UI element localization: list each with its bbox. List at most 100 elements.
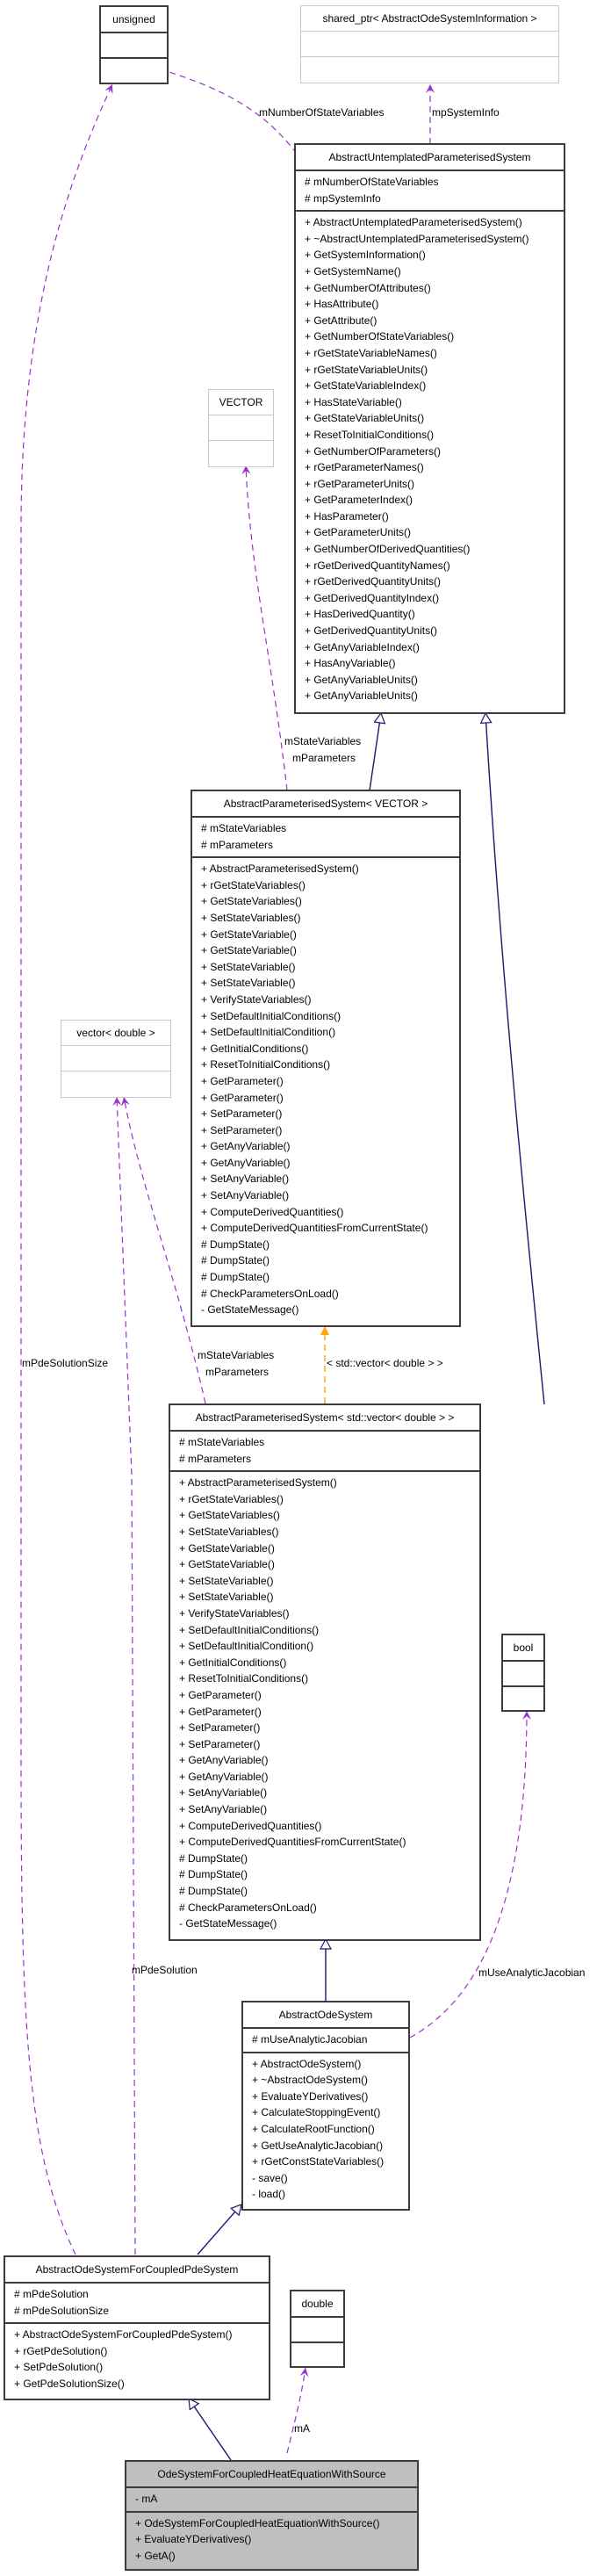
method-row: + rGetDerivedQuantityNames() [305,559,450,572]
method-row: + SetStateVariable() [201,960,296,973]
methods-section: + OdeSystemForCoupledHeatEquationWithSou… [126,2513,417,2568]
method-row: + GetInitialConditions() [179,1656,287,1669]
method-row: + ComputeDerivedQuantitiesFromCurrentSta… [201,1222,428,1235]
class-vector-template[interactable]: VECTOR [208,389,274,467]
method-row: + GetA() [135,2549,176,2562]
method-row: + ResetToInitialConditions() [305,428,435,441]
attributes-section [101,33,167,59]
attribute-row: # mStateVariables [179,1436,265,1448]
class-name: AbstractParameterisedSystem< std::vector… [170,1405,479,1432]
method-row: + SetAnyVariable() [201,1173,290,1186]
method-row: + SetStateVariables() [201,911,301,924]
attributes-section: # mNumberOfStateVariables # mpSystemInfo [296,171,564,213]
method-row: + SetStateVariable() [201,977,296,990]
attributes-section [209,415,273,441]
method-row: # DumpState() [201,1271,270,1284]
method-row: # DumpState() [201,1254,270,1267]
method-row: + GetAnyVariable() [201,1156,291,1169]
method-row: + HasAnyVariable() [305,657,396,670]
class-ode-system-for-coupled-heat-equation-with-source[interactable]: OdeSystemForCoupledHeatEquationWithSourc… [125,2460,419,2571]
method-row: - GetStateMessage() [179,1917,277,1930]
method-row: + GetUseAnalyticJacobian() [252,2139,384,2152]
methods-section [503,1687,543,1713]
attribute-row: # mParameters [179,1452,252,1465]
method-row: + GetAnyVariable() [179,1770,269,1783]
method-row: + VerifyStateVariables() [179,1606,290,1620]
method-row: + GetSystemInformation() [305,249,426,262]
edge-vector-template [241,465,288,791]
attribute-row: # mParameters [201,838,274,851]
class-vector-double[interactable]: vector< double > [61,1020,171,1098]
class-name: OdeSystemForCoupledHeatEquationWithSourc… [126,2462,417,2488]
method-row: + SetDefaultInitialConditions() [201,1009,342,1022]
attributes-section: # mStateVariables # mParameters [170,1432,479,1473]
class-abstract-ode-system[interactable]: AbstractOdeSystem # mUseAnalyticJacobian… [241,2001,410,2211]
edge-label-vector-double-2: mParameters [205,1366,270,1378]
method-row: # DumpState() [179,1851,248,1865]
method-row: + GetNumberOfStateVariables() [305,330,455,343]
edge-label-vector-tpl-1: mStateVariables [284,735,362,747]
class-shared-ptr[interactable]: shared_ptr< AbstractOdeSystemInformation… [300,5,559,83]
class-name: unsigned [101,7,167,33]
method-row: + SetParameter() [201,1123,283,1136]
method-row: + GetSystemName() [305,264,401,278]
class-name: VECTOR [209,390,273,415]
method-row: + GetAnyVariableIndex() [305,640,420,653]
method-row: + ComputeDerivedQuantities() [201,1205,344,1218]
method-row: + ComputeDerivedQuantities() [179,1819,322,1832]
class-abstract-parameterised-system-std-vector[interactable]: AbstractParameterisedSystem< std::vector… [169,1403,481,1941]
method-row: + SetParameter() [179,1721,261,1735]
method-row: + AbstractOdeSystem() [252,2057,362,2070]
attributes-section: - mA [126,2488,417,2513]
method-row: + HasDerivedQuantity() [305,608,415,621]
method-row: + GetAnyVariable() [179,1754,269,1767]
methods-section: + AbstractParameterisedSystem() + rGetSta… [170,1472,479,1936]
method-row: + GetNumberOfParameters() [305,444,442,458]
method-row: + rGetStateVariableNames() [305,346,437,359]
class-name: AbstractOdeSystem [243,2002,408,2029]
edge-label-mPdeSolution: mPdeSolution [132,1964,198,1976]
edge-mA [286,2367,309,2454]
class-name: vector< double > [61,1021,170,1046]
methods-section [291,2343,343,2369]
method-row: + GetAnyVariableUnits() [305,673,418,686]
method-row: # CheckParametersOnLoad() [201,1287,339,1300]
method-row: + GetParameter() [179,1705,262,1718]
method-row: + GetStateVariableIndex() [305,379,427,393]
attribute-row: # mPdeSolution [14,2288,89,2300]
class-bool[interactable]: bool [501,1634,545,1712]
methods-section [61,1072,170,1097]
methods-section [209,441,273,466]
method-row: # CheckParametersOnLoad() [179,1901,317,1914]
methods-section [101,59,167,84]
class-abstract-untemplated-parameterised-system[interactable]: AbstractUntemplatedParameterisedSystem #… [294,143,565,714]
methods-section: + AbstractOdeSystemForCoupledPdeSystem()… [5,2324,269,2395]
method-row: + SetParameter() [201,1108,283,1121]
edge-label-mA: mA [294,2422,310,2435]
methods-section [301,57,558,83]
method-row: + SetParameter() [179,1737,261,1750]
method-row: + ResetToInitialConditions() [201,1058,331,1072]
method-row: + GetParameter() [179,1688,262,1701]
method-row: + ResetToInitialConditions() [179,1672,309,1685]
class-unsigned[interactable]: unsigned [99,5,169,84]
method-row: + GetAttribute() [305,314,378,327]
attribute-row: # mpSystemInfo [305,191,381,205]
method-row: + rGetParameterUnits() [305,477,415,490]
edge-label-mUseAnalyticJacobian: mUseAnalyticJacobian [478,1966,586,1979]
class-double[interactable]: double [290,2290,345,2368]
method-row: + GetStateVariable() [201,927,297,941]
method-row: + GetParameterUnits() [305,526,412,539]
method-row: + SetStateVariables() [179,1525,279,1538]
method-row: - GetStateMessage() [201,1303,299,1317]
method-row: + GetStateVariables() [201,895,302,908]
attribute-row: # mNumberOfStateVariables [305,176,439,188]
method-row: + EvaluateYDerivatives() [135,2533,252,2546]
class-abstract-parameterised-system-vector[interactable]: AbstractParameterisedSystem< VECTOR > # … [191,790,461,1327]
class-name: shared_ptr< AbstractOdeSystemInformation… [301,6,558,32]
class-abstract-ode-system-for-coupled-pde-system[interactable]: AbstractOdeSystemForCoupledPdeSystem # m… [4,2255,270,2400]
edge-label-vector-double-1: mStateVariables [198,1349,275,1361]
methods-section: + AbstractUntemplatedParameterisedSystem… [296,212,564,708]
class-name: bool [503,1635,543,1662]
attributes-section [61,1046,170,1072]
